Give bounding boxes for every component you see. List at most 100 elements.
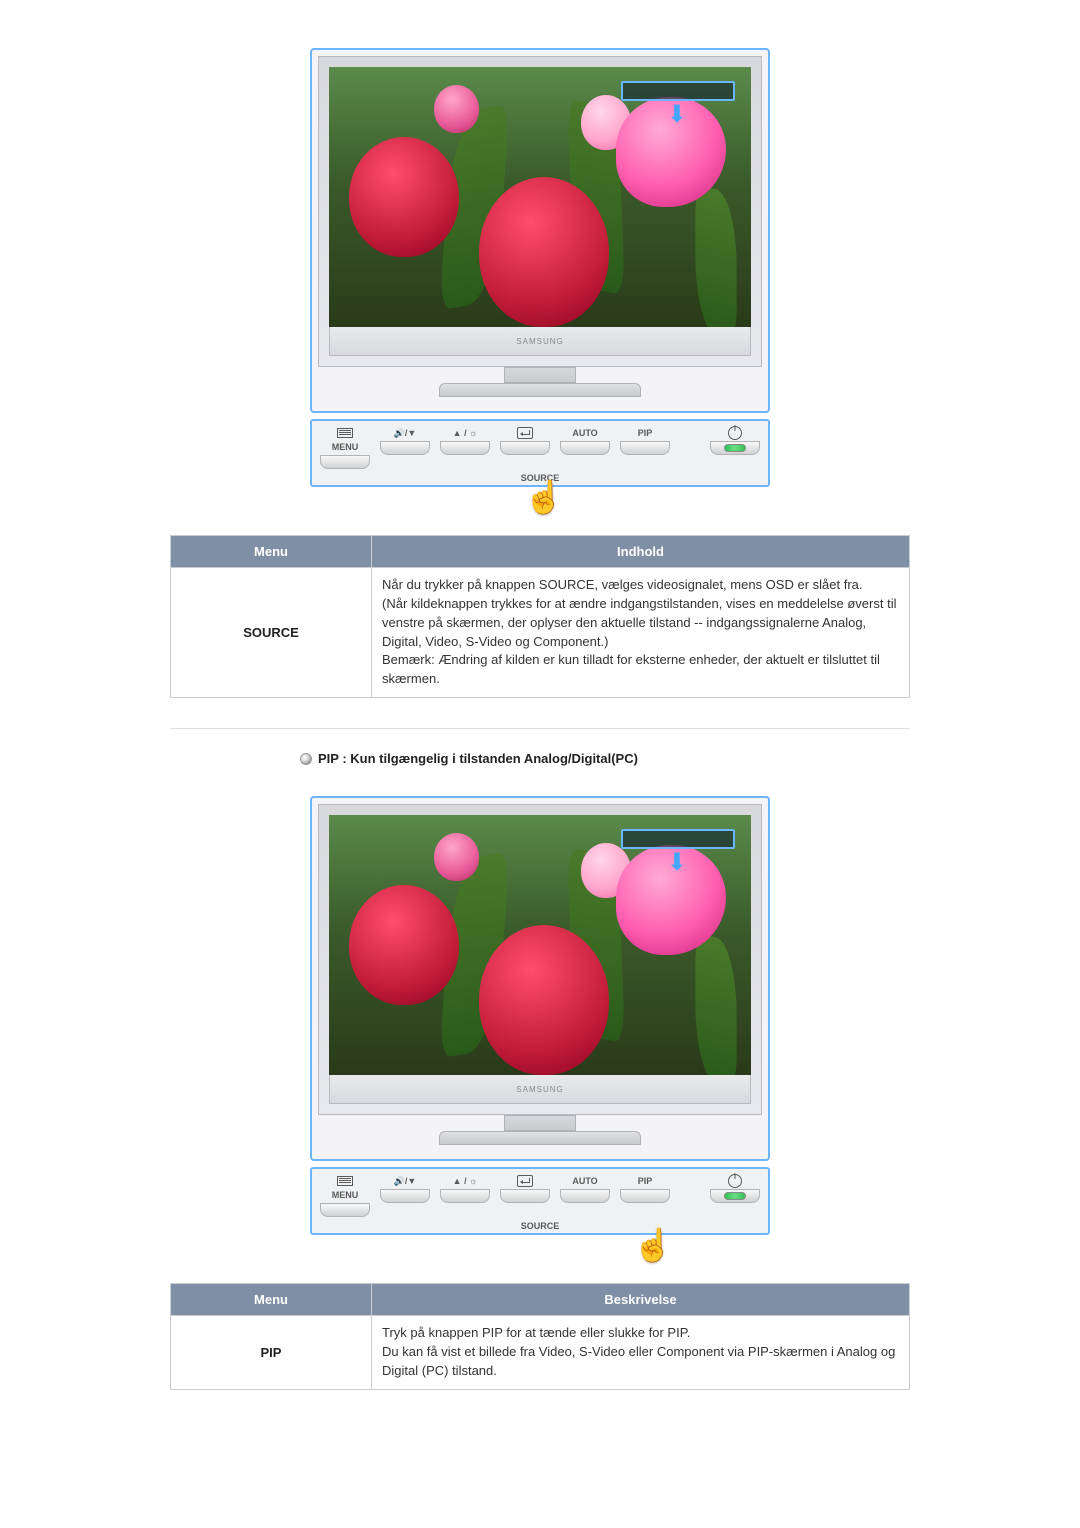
power-icon <box>728 1175 742 1187</box>
monitor-illustration-pip: ⬇ SAMSUNG <box>310 796 770 1235</box>
monitor-button-panel: MENU 🔊/▼ ▲ / ☼ <box>310 419 770 487</box>
monitor-button-panel: MENU 🔊/▼ ▲ / ☼ <box>310 1167 770 1235</box>
pip-label: PIP <box>638 427 653 439</box>
monitor-stand <box>318 1115 762 1159</box>
monitor-chin: SAMSUNG <box>329 327 751 356</box>
auto-label: AUTO <box>572 427 597 439</box>
button-row: MENU 🔊/▼ ▲ / ☼ <box>320 1175 760 1217</box>
btn-up-group: ▲ / ☼ <box>440 427 490 455</box>
table-header-menu: Menu <box>171 1284 372 1316</box>
btn-up-group: ▲ / ☼ <box>440 1175 490 1203</box>
menu-button[interactable] <box>320 1203 370 1217</box>
menu-icon <box>337 1175 353 1187</box>
brightness-up-icon: ▲ / ☼ <box>453 1175 478 1187</box>
osd-highlight-box <box>621 81 735 101</box>
menu-label: MENU <box>332 1189 359 1201</box>
monitor-bezel: ⬇ SAMSUNG <box>318 804 762 1115</box>
table-menu-cell: PIP <box>171 1316 372 1390</box>
power-button[interactable] <box>710 441 760 455</box>
section-heading-text: PIP : Kun tilgængelig i tilstanden Analo… <box>318 751 638 766</box>
brand-label: SAMSUNG <box>516 1085 563 1094</box>
pointing-hand-icon: ☝ <box>633 1229 673 1261</box>
leaf-shape <box>695 932 736 1075</box>
tulip-shape <box>479 177 609 327</box>
enter-button[interactable] <box>500 441 550 455</box>
tulip-shape <box>434 833 479 881</box>
brand-label: SAMSUNG <box>516 337 563 346</box>
enter-icon <box>517 1175 533 1187</box>
pip-button[interactable] <box>620 441 670 455</box>
section-heading-pip: PIP : Kun tilgængelig i tilstanden Analo… <box>300 751 960 766</box>
section-divider <box>170 728 910 729</box>
monitor-screen: ⬇ <box>329 815 751 1075</box>
power-button[interactable] <box>710 1189 760 1203</box>
btn-down-group: 🔊/▼ <box>380 427 430 455</box>
source-table: Menu Indhold SOURCE Når du trykker på kn… <box>170 535 910 698</box>
volume-down-icon: 🔊/▼ <box>394 1175 417 1187</box>
source-label: SOURCE <box>521 1221 560 1231</box>
tulip-shape <box>349 885 459 1005</box>
btn-enter-group <box>500 427 550 455</box>
btn-auto-group: AUTO <box>560 1175 610 1203</box>
tulip-shape <box>434 85 479 133</box>
menu-icon <box>337 427 353 439</box>
auto-label: AUTO <box>572 1175 597 1187</box>
btn-enter-group <box>500 1175 550 1203</box>
table-content-cell: Når du trykker på knappen SOURCE, vælges… <box>372 568 910 698</box>
stand-neck <box>504 367 576 383</box>
enter-icon <box>517 427 533 439</box>
osd-highlight-box <box>621 829 735 849</box>
table-header-content: Indhold <box>372 536 910 568</box>
pip-table: Menu Beskrivelse PIP Tryk på knappen PIP… <box>170 1283 910 1390</box>
up-button[interactable] <box>440 441 490 455</box>
btn-down-group: 🔊/▼ <box>380 1175 430 1203</box>
table-row: SOURCE Når du trykker på knappen SOURCE,… <box>171 568 910 698</box>
down-button[interactable] <box>380 1189 430 1203</box>
monitor-frame: ⬇ SAMSUNG <box>310 796 770 1161</box>
btn-power-group <box>710 427 760 455</box>
stand-base <box>439 383 641 397</box>
monitor-chin: SAMSUNG <box>329 1075 751 1104</box>
leaf-shape <box>695 184 736 327</box>
monitor-bezel: ⬇ SAMSUNG <box>318 56 762 367</box>
table-row: PIP Tryk på knappen PIP for at tænde ell… <box>171 1316 910 1390</box>
stand-base <box>439 1131 641 1145</box>
arrow-down-icon: ⬇ <box>667 103 687 127</box>
auto-button[interactable] <box>560 1189 610 1203</box>
btn-auto-group: AUTO <box>560 427 610 455</box>
monitor-frame: ⬇ SAMSUNG <box>310 48 770 413</box>
btn-pip-group: PIP <box>620 427 670 455</box>
arrow-down-icon: ⬇ <box>667 851 687 875</box>
btn-menu-group: MENU <box>320 427 370 469</box>
stand-neck <box>504 1115 576 1131</box>
tulip-shape <box>349 137 459 257</box>
table-header-content: Beskrivelse <box>372 1284 910 1316</box>
table-content-cell: Tryk på knappen PIP for at tænde eller s… <box>372 1316 910 1390</box>
button-row: MENU 🔊/▼ ▲ / ☼ <box>320 427 760 469</box>
menu-button[interactable] <box>320 455 370 469</box>
power-icon <box>728 427 742 439</box>
btn-power-group <box>710 1175 760 1203</box>
monitor-illustration-source: ⬇ SAMSUNG <box>310 48 770 487</box>
auto-button[interactable] <box>560 441 610 455</box>
monitor-stand <box>318 367 762 411</box>
pointing-hand-icon: ☝ <box>524 481 564 513</box>
menu-label: MENU <box>332 441 359 453</box>
volume-down-icon: 🔊/▼ <box>394 427 417 439</box>
tulip-shape <box>479 925 609 1075</box>
down-button[interactable] <box>380 441 430 455</box>
pip-button[interactable] <box>620 1189 670 1203</box>
tulips-wallpaper: ⬇ <box>329 815 751 1075</box>
document-page: ⬇ SAMSUNG <box>120 0 960 1470</box>
monitor-screen: ⬇ <box>329 67 751 327</box>
up-button[interactable] <box>440 1189 490 1203</box>
table-menu-cell: SOURCE <box>171 568 372 698</box>
pip-label: PIP <box>638 1175 653 1187</box>
btn-pip-group: PIP <box>620 1175 670 1203</box>
brightness-up-icon: ▲ / ☼ <box>453 427 478 439</box>
bullet-icon <box>300 753 312 765</box>
table-header-menu: Menu <box>171 536 372 568</box>
tulips-wallpaper: ⬇ <box>329 67 751 327</box>
btn-menu-group: MENU <box>320 1175 370 1217</box>
enter-button[interactable] <box>500 1189 550 1203</box>
